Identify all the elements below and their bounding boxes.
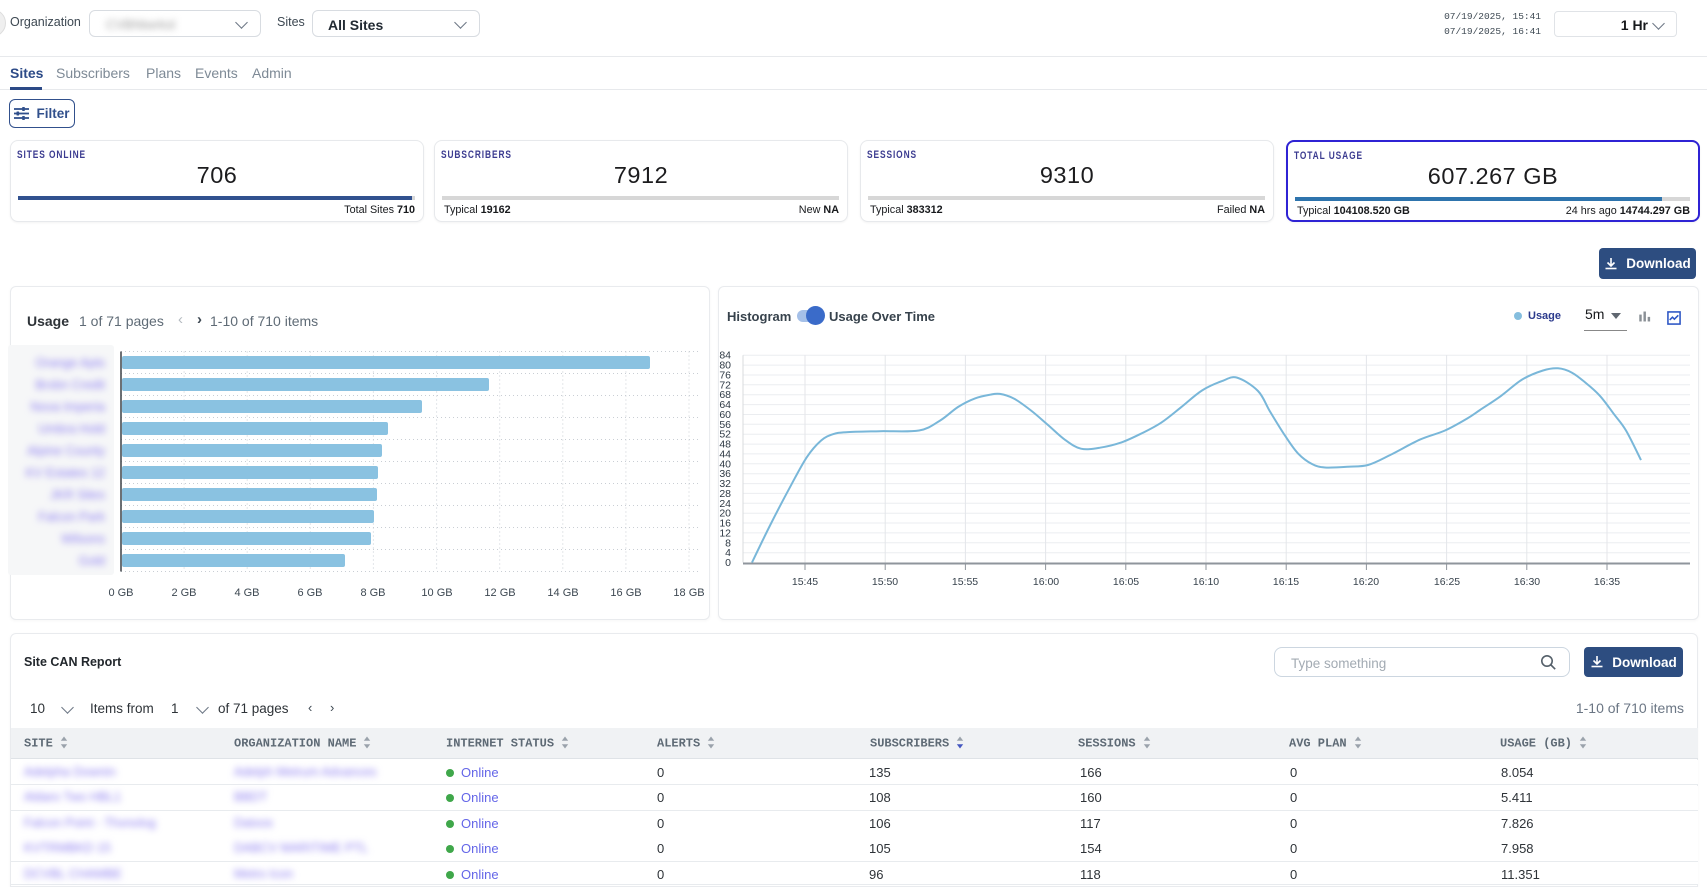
svg-text:16:10: 16:10	[1193, 576, 1219, 588]
svg-text:4 GB: 4 GB	[234, 587, 259, 599]
svg-text:16:30: 16:30	[1514, 576, 1540, 588]
svg-text:14 GB: 14 GB	[547, 587, 578, 599]
svg-text:16:20: 16:20	[1353, 576, 1379, 588]
svg-text:2 GB: 2 GB	[171, 587, 196, 599]
svg-text:12 GB: 12 GB	[484, 587, 515, 599]
svg-text:6 GB: 6 GB	[297, 587, 322, 599]
svg-text:16:35: 16:35	[1594, 576, 1620, 588]
svg-text:16:05: 16:05	[1113, 576, 1139, 588]
svg-text:0 GB: 0 GB	[108, 587, 133, 599]
svg-text:16:00: 16:00	[1033, 576, 1059, 588]
svg-text:15:50: 15:50	[872, 576, 898, 588]
svg-text:18 GB: 18 GB	[673, 587, 704, 599]
svg-text:15:45: 15:45	[792, 576, 818, 588]
svg-text:15:55: 15:55	[952, 576, 978, 588]
svg-text:16:25: 16:25	[1434, 576, 1460, 588]
svg-text:16:15: 16:15	[1273, 576, 1299, 588]
svg-text:10 GB: 10 GB	[421, 587, 452, 599]
svg-text:8 GB: 8 GB	[360, 587, 385, 599]
svg-text:0: 0	[725, 557, 731, 569]
svg-text:16 GB: 16 GB	[610, 587, 641, 599]
